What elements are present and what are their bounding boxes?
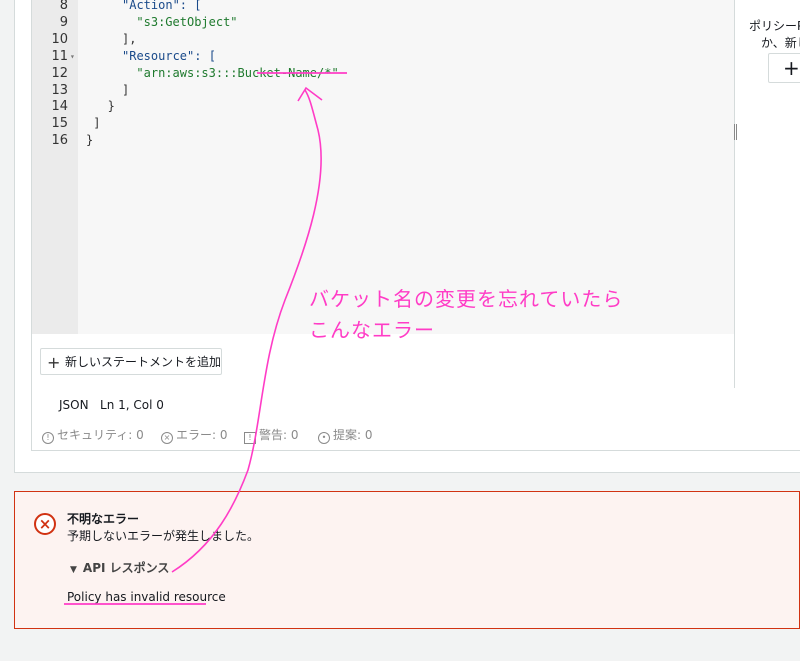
code-line: 10], — [0, 31, 700, 48]
line-number: 10 — [51, 31, 68, 47]
line-number: 13 — [51, 82, 68, 98]
code-line: 14} — [0, 98, 700, 115]
api-response-message: Policy has invalid resource — [67, 590, 226, 604]
code-text: ] — [93, 116, 101, 131]
add-statement-label: 新しいステートメントを追加 — [65, 355, 222, 369]
plus-icon: + — [47, 353, 61, 372]
api-response-label: API レスポンス — [82, 561, 170, 575]
code-line: 9 "s3:GetObject" — [0, 14, 700, 31]
fold-arrow-icon[interactable]: ▾ — [70, 48, 75, 65]
right-panel-text-1: ポリシーP — [749, 19, 800, 33]
security-count-label: セキュリティ: 0 — [57, 428, 144, 442]
security-count[interactable]: ! セキュリティ: 0 — [42, 426, 144, 444]
line-number: 14 — [51, 99, 68, 115]
code-line: 15] — [0, 115, 700, 132]
code-text: } — [86, 133, 94, 148]
code-line: 13] — [0, 82, 700, 99]
shield-icon: ! — [42, 432, 54, 444]
warning-count-label: 警告: 0 — [259, 428, 299, 442]
code-text: "Action": [ — [122, 0, 202, 12]
warning-icon: ! — [244, 432, 256, 444]
annotation-line-1: バケット名の変更を忘れていたら — [309, 287, 624, 311]
api-response-toggle[interactable]: ▼ API レスポンス — [70, 559, 169, 576]
code-line: 16} — [0, 132, 700, 149]
code-text: "arn:aws:s3:::Bucket-Name/*" — [136, 65, 339, 80]
add-statement-button[interactable]: + 新しいステートメントを追加 — [40, 348, 222, 375]
right-panel-text-2: か、新し — [761, 36, 800, 50]
code-line: 12 "arn:aws:s3:::Bucket-Name/*" — [0, 65, 700, 82]
x-circle-icon: × — [161, 432, 173, 444]
code-text: ], — [122, 31, 137, 46]
error-count[interactable]: × エラー: 0 — [161, 426, 228, 444]
code-text: "s3:GetObject" — [136, 14, 238, 29]
lightbulb-icon: • — [318, 432, 330, 444]
right-panel-add-button[interactable]: + — [768, 53, 800, 83]
language-mode: JSON — [59, 398, 89, 412]
caret-down-icon: ▼ — [70, 565, 77, 575]
line-number: 15 — [51, 116, 68, 132]
cursor-position: Ln 1, Col 0 — [100, 398, 164, 412]
error-count-label: エラー: 0 — [176, 428, 228, 442]
error-icon: × — [34, 513, 56, 535]
line-number: 8 — [59, 0, 68, 13]
suggestion-count[interactable]: • 提案: 0 — [318, 426, 373, 444]
editor-status-bar: JSON Ln 1, Col 0 — [59, 398, 164, 412]
code-line: 8 "Action": [ — [0, 0, 700, 14]
suggestion-count-label: 提案: 0 — [333, 428, 373, 442]
line-number: 12 — [51, 65, 68, 81]
annotation-line-2: こんなエラー — [309, 318, 435, 342]
splitter-grip-icon[interactable] — [734, 124, 737, 140]
alert-title: 不明なエラー — [67, 512, 140, 526]
line-number: 9 — [59, 14, 68, 30]
code-line: 11 ▾ "Resource": [ — [0, 48, 700, 65]
code-text: } — [107, 99, 115, 114]
alert-message: 予期しないエラーが発生しました。 — [67, 529, 260, 543]
code-text: "Resource": [ — [122, 48, 216, 63]
line-number: 11 — [51, 48, 68, 64]
code-text: ] — [122, 82, 130, 97]
warning-count[interactable]: ! 警告: 0 — [244, 426, 299, 444]
line-number: 16 — [51, 133, 68, 149]
